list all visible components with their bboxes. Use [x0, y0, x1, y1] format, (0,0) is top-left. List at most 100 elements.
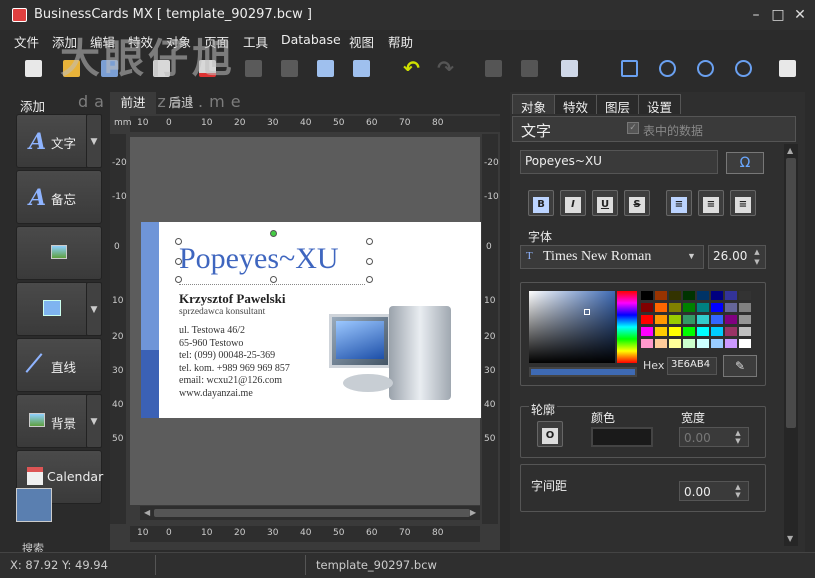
add-image-tool[interactable] — [16, 226, 102, 280]
font-size-input[interactable]: 26.00 ▲ ▼ — [708, 245, 766, 269]
selection-handle[interactable] — [175, 258, 182, 265]
group-button[interactable] — [482, 57, 506, 81]
rotate-handle[interactable] — [270, 230, 277, 237]
color-gradient-area[interactable] — [529, 291, 615, 363]
color-swatch[interactable] — [669, 315, 681, 324]
menu-view[interactable]: 视图 — [349, 32, 374, 51]
hex-input[interactable]: 3E6AB4 — [667, 357, 717, 375]
print-preview-button[interactable] — [776, 57, 800, 81]
card-role[interactable]: sprzedawca konsultant — [179, 307, 265, 317]
spin-up-icon[interactable]: ▲ — [751, 248, 763, 256]
redo-button[interactable]: ↷ — [434, 57, 458, 81]
color-swatch[interactable] — [739, 315, 751, 324]
tab-add[interactable]: 添加 — [20, 96, 45, 115]
table-data-checkbox[interactable]: ✓ — [627, 122, 639, 134]
ungroup-button[interactable] — [518, 57, 542, 81]
color-swatch-grid[interactable] — [641, 291, 757, 355]
eyedropper-button[interactable]: ✎ — [723, 355, 757, 377]
scroll-up-arrow[interactable]: ▲ — [787, 146, 793, 155]
outline-color-button[interactable] — [591, 427, 653, 447]
menu-database[interactable]: Database — [281, 32, 341, 47]
color-swatch[interactable] — [655, 291, 667, 300]
bold-button[interactable]: B — [528, 190, 554, 216]
user-avatar-icon[interactable] — [16, 488, 52, 522]
color-swatch[interactable] — [641, 291, 653, 300]
minimize-button[interactable]: – — [746, 5, 766, 25]
scroll-thumb[interactable] — [154, 509, 470, 517]
add-memo-tool[interactable]: A 备忘 — [16, 170, 102, 224]
add-background-dropdown[interactable]: ▼ — [86, 394, 102, 448]
color-swatch[interactable] — [669, 303, 681, 312]
close-button[interactable]: ✕ — [790, 5, 810, 25]
color-swatch[interactable] — [725, 291, 737, 300]
color-swatch[interactable] — [697, 291, 709, 300]
color-swatch[interactable] — [683, 291, 695, 300]
tab-layers[interactable]: 图层 — [596, 94, 640, 115]
color-swatch[interactable] — [711, 327, 723, 336]
color-swatch[interactable] — [641, 327, 653, 336]
color-swatch[interactable] — [641, 303, 653, 312]
menu-help[interactable]: 帮助 — [388, 32, 413, 51]
align-button[interactable] — [558, 57, 582, 81]
tab-back[interactable]: 后退 — [158, 92, 204, 114]
add-line-tool[interactable]: 直线 — [16, 338, 102, 392]
align-center-button[interactable]: ≡ — [698, 190, 724, 216]
color-swatch[interactable] — [669, 291, 681, 300]
selection-handle[interactable] — [366, 276, 373, 283]
scroll-down-arrow[interactable]: ▼ — [787, 534, 793, 543]
color-swatch[interactable] — [641, 339, 653, 348]
spin-down-icon[interactable]: ▼ — [732, 437, 744, 445]
color-swatch[interactable] — [697, 327, 709, 336]
business-card[interactable]: Popeyes~XU Krzysztof Pawelski sprzedawca… — [141, 222, 481, 418]
color-swatch[interactable] — [739, 303, 751, 312]
color-swatch[interactable] — [711, 315, 723, 324]
spin-down-icon[interactable]: ▼ — [751, 258, 763, 266]
color-picker[interactable]: Hex 3E6AB4 ✎ — [520, 282, 766, 386]
add-text-dropdown[interactable]: ▼ — [86, 114, 102, 168]
color-swatch[interactable] — [725, 327, 737, 336]
color-swatch[interactable] — [683, 315, 695, 324]
computer-monitor-icon[interactable] — [329, 314, 391, 368]
horizontal-scrollbar[interactable]: ◀ ▶ — [140, 506, 480, 520]
insert-symbol-button[interactable]: Ω — [726, 152, 764, 174]
scroll-right-arrow[interactable]: ▶ — [470, 508, 476, 517]
bring-front-button[interactable] — [314, 57, 338, 81]
scroll-thumb[interactable] — [786, 158, 796, 428]
selection-handle[interactable] — [175, 276, 182, 283]
spin-up-icon[interactable]: ▲ — [732, 483, 744, 491]
send-back-button[interactable] — [350, 57, 374, 81]
selection-handle[interactable] — [366, 258, 373, 265]
zoom-in-button[interactable] — [656, 57, 680, 81]
undo-button[interactable]: ↶ — [400, 57, 424, 81]
tab-forward[interactable]: 前进 — [110, 92, 156, 114]
selection-handle[interactable] — [270, 276, 277, 283]
card-contact-block[interactable]: ul. Testowa 46/2 65-960 Testowo tel: (09… — [179, 325, 290, 400]
color-swatch[interactable] — [725, 339, 737, 348]
selection-handle[interactable] — [175, 238, 182, 245]
color-swatch[interactable] — [641, 315, 653, 324]
vertical-scrollbar[interactable]: ▲ ▼ — [784, 144, 798, 546]
color-swatch[interactable] — [697, 339, 709, 348]
color-swatch[interactable] — [711, 339, 723, 348]
tab-settings[interactable]: 设置 — [638, 94, 682, 115]
outline-toggle-button[interactable]: O — [537, 421, 563, 447]
color-swatch[interactable] — [683, 303, 695, 312]
color-swatch[interactable] — [711, 303, 723, 312]
color-swatch[interactable] — [683, 339, 695, 348]
zoom-button[interactable] — [732, 57, 756, 81]
selection-handle[interactable] — [366, 238, 373, 245]
tab-effects[interactable]: 特效 — [554, 94, 598, 115]
menu-tools[interactable]: 工具 — [243, 32, 268, 51]
color-swatch[interactable] — [655, 339, 667, 348]
card-person-name[interactable]: Krzysztof Pawelski — [179, 291, 286, 307]
color-swatch[interactable] — [669, 339, 681, 348]
color-swatch[interactable] — [725, 315, 737, 324]
color-swatch[interactable] — [655, 327, 667, 336]
color-swatch[interactable] — [739, 339, 751, 348]
zoom-out-button[interactable] — [694, 57, 718, 81]
italic-button[interactable]: I — [560, 190, 586, 216]
add-rectangle-dropdown[interactable]: ▼ — [86, 282, 102, 336]
spin-up-icon[interactable]: ▲ — [732, 429, 744, 437]
color-cursor[interactable] — [584, 309, 590, 315]
strikethrough-button[interactable]: S — [624, 190, 650, 216]
